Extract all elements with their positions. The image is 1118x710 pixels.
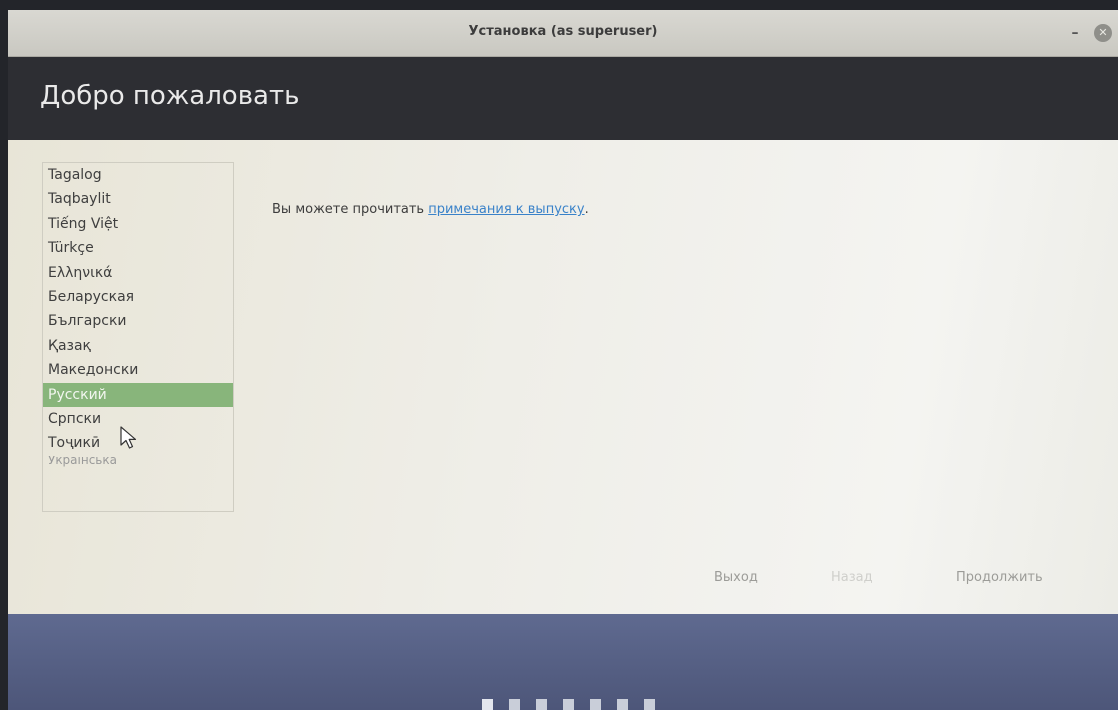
language-item[interactable]: Tiếng Việt <box>43 212 233 236</box>
title-bar[interactable]: Установка (as superuser) – ✕ <box>8 10 1118 57</box>
quit-button[interactable]: Выход <box>714 570 758 585</box>
language-item[interactable]: Ελληνικά <box>43 261 233 285</box>
language-item[interactable]: Беларуская <box>43 285 233 309</box>
minimize-button[interactable]: – <box>1066 24 1084 42</box>
release-notes-suffix: . <box>584 202 589 217</box>
back-button[interactable]: Назад <box>831 570 873 585</box>
release-notes-prefix: Вы можете прочитать <box>272 202 429 217</box>
release-notes-link[interactable]: примечания к выпуску <box>428 202 584 217</box>
progress-step-dot <box>482 699 493 710</box>
page-header: Добро пожаловать <box>8 57 1118 140</box>
language-item[interactable]: Tagalog <box>43 163 233 187</box>
progress-step-dot <box>536 699 547 710</box>
progress-footer <box>8 614 1118 710</box>
language-item[interactable]: Български <box>43 309 233 333</box>
window-title: Установка (as superuser) <box>468 24 658 39</box>
progress-step-dot <box>644 699 655 710</box>
release-notes-text: Вы можете прочитать примечания к выпуску… <box>272 202 589 217</box>
progress-step-dot <box>590 699 601 710</box>
language-item-selected[interactable]: Русский <box>43 382 233 407</box>
continue-button[interactable]: Продолжить <box>956 570 1043 585</box>
pointer-cursor-icon <box>120 426 137 449</box>
installer-window: Установка (as superuser) – ✕ Добро пожал… <box>8 10 1118 710</box>
page-title: Добро пожаловать <box>40 81 300 111</box>
language-list[interactable]: Tagalog Taqbaylit Tiếng Việt Türkçe Ελλη… <box>42 162 234 512</box>
progress-step-dot <box>563 699 574 710</box>
language-item[interactable]: Қазақ <box>43 334 233 358</box>
screen: Установка (as superuser) – ✕ Добро пожал… <box>0 0 1118 710</box>
main-content: Tagalog Taqbaylit Tiếng Việt Türkçe Ελλη… <box>8 140 1118 614</box>
language-item[interactable]: Македонски <box>43 358 233 382</box>
progress-step-dot <box>617 699 628 710</box>
language-item[interactable]: Taqbaylit <box>43 187 233 211</box>
language-item-partial[interactable]: Українська <box>43 456 233 468</box>
language-item[interactable]: Türkçe <box>43 236 233 260</box>
close-button[interactable]: ✕ <box>1094 24 1112 42</box>
progress-step-dot <box>509 699 520 710</box>
